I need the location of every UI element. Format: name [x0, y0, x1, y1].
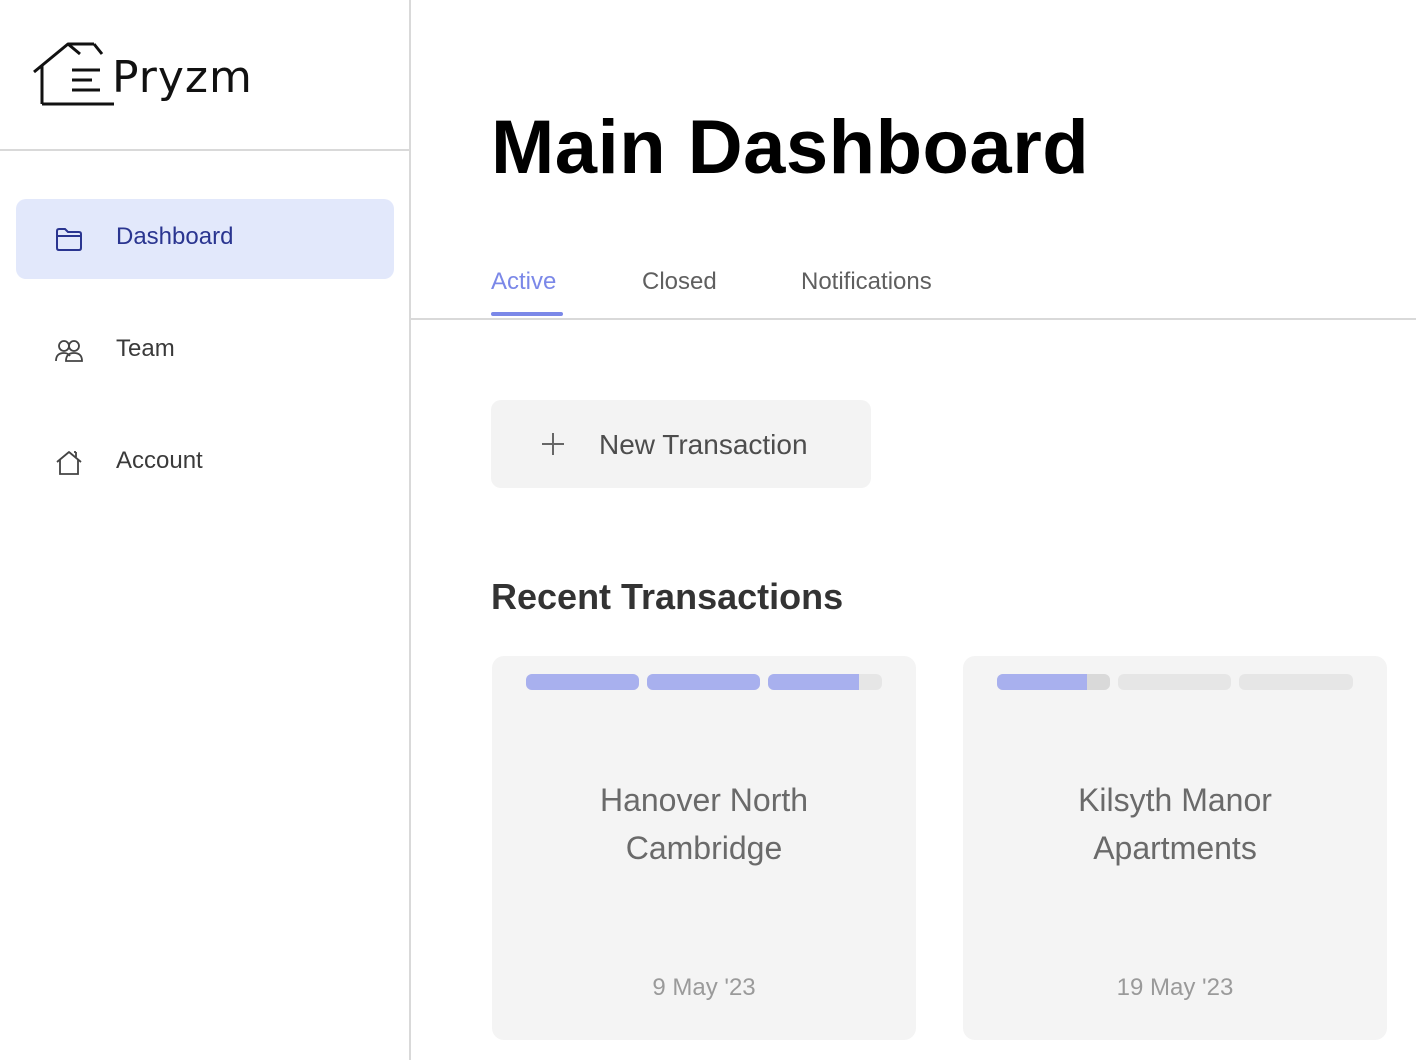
brand-name: Pryzm — [112, 52, 253, 103]
progress-segment — [997, 674, 1110, 690]
house-logo-icon — [33, 42, 164, 106]
new-transaction-label: New Transaction — [599, 429, 808, 460]
sidebar-item-dashboard[interactable]: Dashboard — [16, 199, 394, 279]
progress-segment — [526, 674, 639, 690]
home-icon — [56, 451, 82, 475]
card-title: Kilsyth Manor Apartments — [1078, 782, 1272, 866]
progress-segment — [768, 674, 882, 690]
progress-segment-fill — [997, 674, 1088, 690]
progress-segment-fill — [526, 674, 639, 690]
sidebar-item-team[interactable]: Team — [16, 311, 394, 391]
transaction-card[interactable]: Hanover North Cambridge 9 May '23 — [492, 656, 916, 1040]
brand-logo[interactable]: Pryzm — [30, 38, 270, 110]
plus-icon — [542, 433, 564, 455]
logo-area: Pryzm — [0, 0, 409, 151]
sidebar-item-label: Dashboard — [116, 223, 234, 250]
active-tab-indicator — [491, 312, 563, 316]
card-date: 9 May '23 — [652, 974, 756, 1001]
progress-segment — [1239, 674, 1353, 690]
tab-notifications[interactable]: Notifications — [801, 268, 932, 318]
card-date: 19 May '23 — [1116, 974, 1234, 1001]
progress-segment-fill — [647, 674, 760, 690]
progress-segment-fill — [768, 674, 860, 690]
team-icon — [55, 340, 83, 362]
new-transaction-button[interactable]: New Transaction — [491, 400, 871, 488]
transaction-card[interactable]: Kilsyth Manor Apartments 19 May '23 — [963, 656, 1387, 1040]
tab-closed[interactable]: Closed — [642, 268, 717, 318]
sidebar: Pryzm Dashboard Team Account — [0, 0, 411, 1060]
tab-bar: Active Closed Notifications — [411, 250, 1416, 320]
tab-active[interactable]: Active — [491, 268, 556, 318]
progress-bar — [526, 674, 882, 690]
progress-segment — [1118, 674, 1231, 690]
sidebar-item-label: Team — [116, 335, 175, 362]
folder-icon — [56, 228, 82, 251]
sidebar-item-label: Account — [116, 447, 203, 474]
sidebar-item-account[interactable]: Account — [16, 423, 394, 503]
page-title: Main Dashboard — [491, 105, 1090, 190]
card-title: Hanover North Cambridge — [599, 782, 809, 866]
section-title: Recent Transactions — [491, 576, 844, 617]
progress-segment — [647, 674, 760, 690]
progress-bar — [997, 674, 1353, 690]
main-content: Main Dashboard Active Closed Notificatio… — [411, 0, 1416, 1060]
app-root: Pryzm Dashboard Team Account Main Dashbo… — [0, 0, 1416, 1060]
